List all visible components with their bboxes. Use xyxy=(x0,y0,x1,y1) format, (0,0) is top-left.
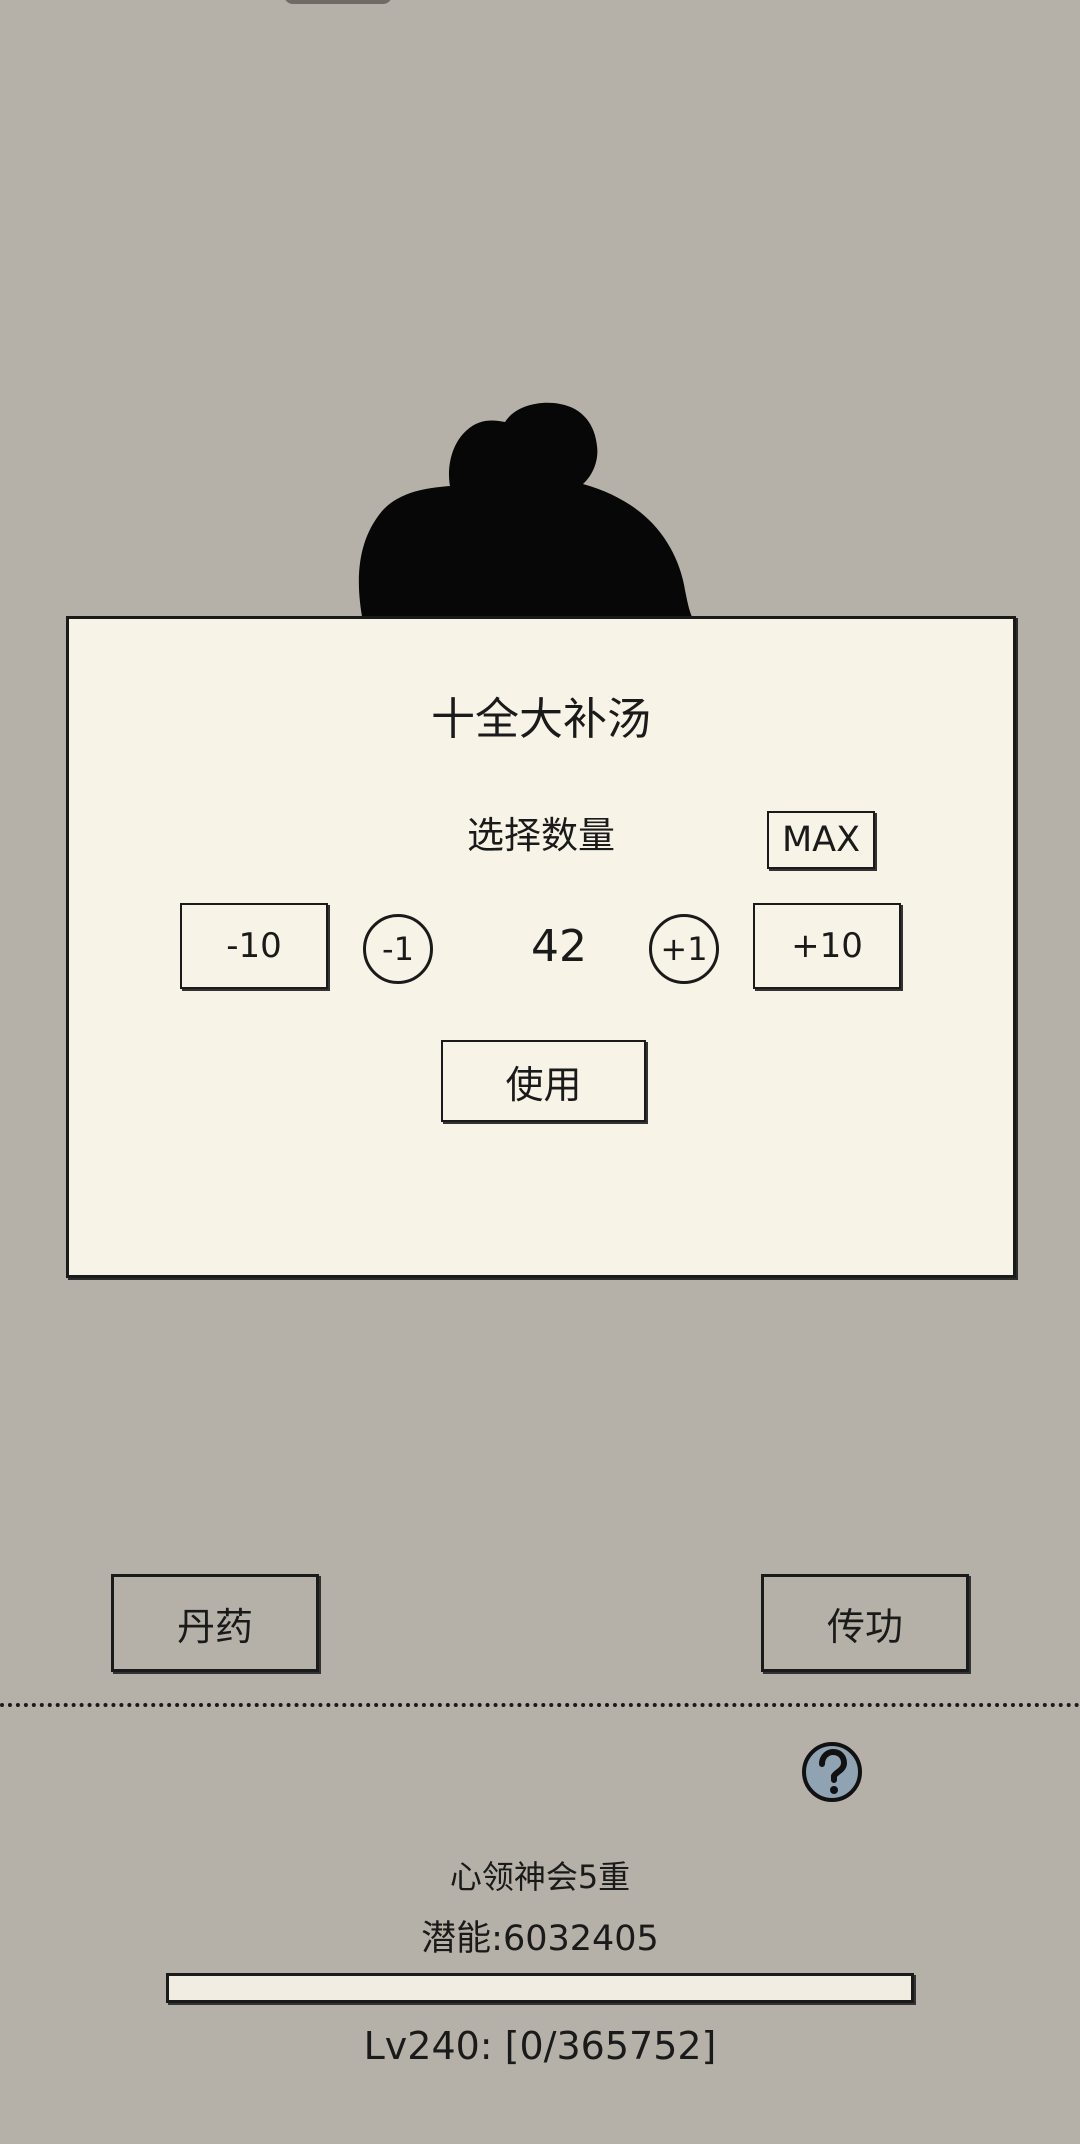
minus-1-button[interactable]: -1 xyxy=(363,914,433,984)
use-button[interactable]: 使用 xyxy=(441,1040,646,1122)
section-divider xyxy=(0,1703,1080,1707)
character-silhouette xyxy=(358,402,695,622)
transfer-button[interactable]: 传功 xyxy=(761,1574,969,1672)
plus-10-button[interactable]: +10 xyxy=(753,903,901,989)
quantity-dialog: 十全大补汤 选择数量 MAX -10 -1 42 +1 +10 使用 xyxy=(66,616,1016,1278)
minus-10-button[interactable]: -10 xyxy=(180,903,328,989)
status-pill xyxy=(284,0,392,4)
potential-label: 潜能:6032405 xyxy=(421,1919,659,1959)
quantity-value: 42 xyxy=(531,921,587,972)
exp-progress-bar xyxy=(166,1973,914,2003)
level-label: Lv240: [0/365752] xyxy=(363,2024,717,2068)
item-title: 十全大补汤 xyxy=(431,694,651,745)
realm-label: 心领神会5重 xyxy=(449,1858,631,1896)
question-circle-icon[interactable] xyxy=(800,1740,864,1804)
max-button[interactable]: MAX xyxy=(767,811,875,869)
plus-1-button[interactable]: +1 xyxy=(649,914,719,984)
pill-button[interactable]: 丹药 xyxy=(111,1574,319,1672)
